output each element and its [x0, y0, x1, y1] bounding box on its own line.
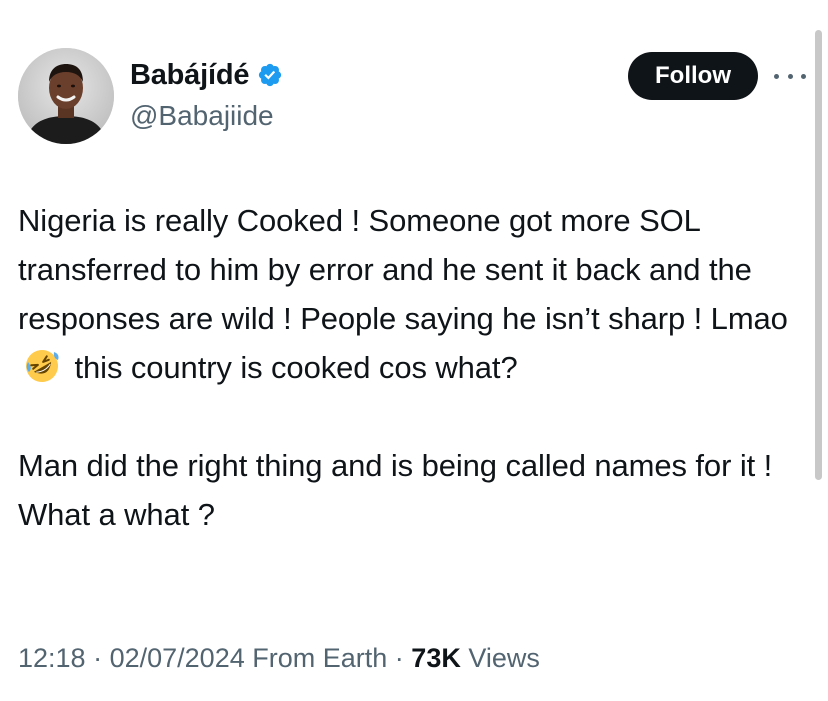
tweet-paragraph-2: Man did the right thing and is being cal… — [18, 448, 773, 532]
tweet-time[interactable]: 12:18 — [18, 643, 86, 673]
author-handle[interactable]: @Babajiide — [130, 99, 274, 133]
dot — [774, 73, 779, 79]
author-name-row: Babájídé — [130, 58, 283, 92]
tweet-source: From Earth — [252, 643, 388, 673]
verified-badge-icon[interactable] — [257, 62, 283, 88]
tweet-text-part-2: this country is cooked cos what? — [66, 350, 518, 385]
tweet-date[interactable]: 02/07/2024 — [110, 643, 245, 673]
follow-button[interactable]: Follow — [628, 52, 758, 100]
tweet-meta: 12:18 · 02/07/2024 From Earth · 73K View… — [18, 640, 540, 676]
tweet-text-part-1: Nigeria is really Cooked ! Someone got m… — [18, 203, 788, 336]
dot — [787, 73, 793, 79]
author-display-name[interactable]: Babájídé — [130, 58, 249, 92]
profile-photo-icon — [18, 48, 114, 144]
tweet-card: Babájídé @Babajiide Follow Nigeria is re… — [0, 0, 828, 701]
dot — [801, 73, 806, 79]
views-label: Views — [468, 643, 540, 673]
separator: · — [93, 643, 110, 673]
tweet-paragraph-1: Nigeria is really Cooked ! Someone got m… — [18, 196, 808, 392]
rolling-on-floor-laughing-emoji-icon — [26, 350, 59, 382]
ellipsis-icon[interactable] — [774, 66, 806, 86]
scrollbar[interactable] — [815, 30, 822, 480]
separator: · — [394, 643, 412, 673]
views-count[interactable]: 73K — [411, 643, 461, 673]
tweet-text: Nigeria is really Cooked ! Someone got m… — [18, 196, 808, 539]
avatar[interactable] — [18, 48, 114, 144]
